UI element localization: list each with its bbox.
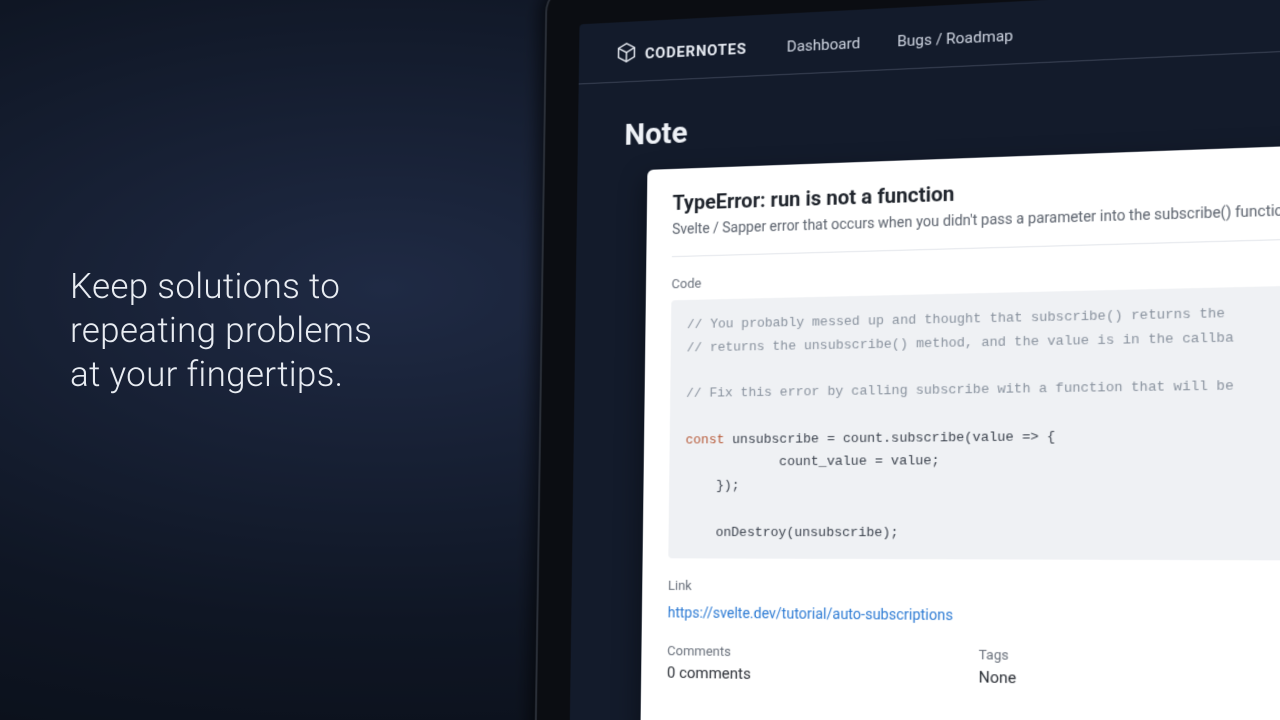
code-section-label: Code	[671, 257, 1280, 292]
note-meta-row: Comments 0 comments Tags None	[667, 644, 1280, 695]
marketing-tagline: Keep solutions to repeating problems at …	[70, 265, 372, 396]
comments-meta: Comments 0 comments	[667, 644, 751, 683]
app-screen: CODERNOTES Dashboard Bugs / Roadmap Note…	[569, 0, 1280, 720]
code-line-3: });	[685, 478, 740, 494]
tags-label: Tags	[979, 648, 1017, 664]
code-block: // You probably messed up and thought th…	[668, 282, 1280, 562]
code-line-4: onDestroy(unsubscribe);	[684, 524, 898, 540]
code-comment-2: // returns the unsubscribe() method, and…	[687, 329, 1234, 355]
link-section-label: Link	[668, 579, 1280, 600]
brand[interactable]: CODERNOTES	[616, 36, 747, 68]
tagline-line-3: at your fingertips.	[70, 353, 372, 397]
code-keyword-const: const	[685, 432, 724, 448]
code-comment-1: // You probably messed up and thought th…	[687, 305, 1225, 332]
laptop-bezel: CODERNOTES Dashboard Bugs / Roadmap Note…	[534, 0, 1280, 720]
brand-cube-icon	[616, 41, 638, 68]
code-line-1: unsubscribe = count.subscribe(value => {	[724, 428, 1055, 446]
laptop-mockup: CODERNOTES Dashboard Bugs / Roadmap Note…	[540, 0, 1280, 720]
note-card: TypeError: run is not a function Svelte …	[640, 139, 1280, 720]
comments-label: Comments	[667, 644, 751, 660]
brand-name: CODERNOTES	[645, 40, 747, 63]
tags-meta: Tags None	[979, 648, 1017, 688]
code-comment-3: // Fix this error by calling subscribe w…	[686, 378, 1234, 401]
tagline-line-2: repeating problems	[70, 309, 372, 353]
nav-dashboard[interactable]: Dashboard	[787, 34, 861, 56]
note-link[interactable]: https://svelte.dev/tutorial/auto-subscri…	[668, 606, 953, 625]
nav-bugs-roadmap[interactable]: Bugs / Roadmap	[897, 26, 1013, 50]
primary-nav: Dashboard Bugs / Roadmap	[787, 26, 1013, 55]
tags-value: None	[979, 668, 1017, 688]
tagline-line-1: Keep solutions to	[70, 265, 372, 309]
code-line-2: count_value = value;	[685, 453, 940, 470]
comments-value: 0 comments	[667, 664, 751, 684]
